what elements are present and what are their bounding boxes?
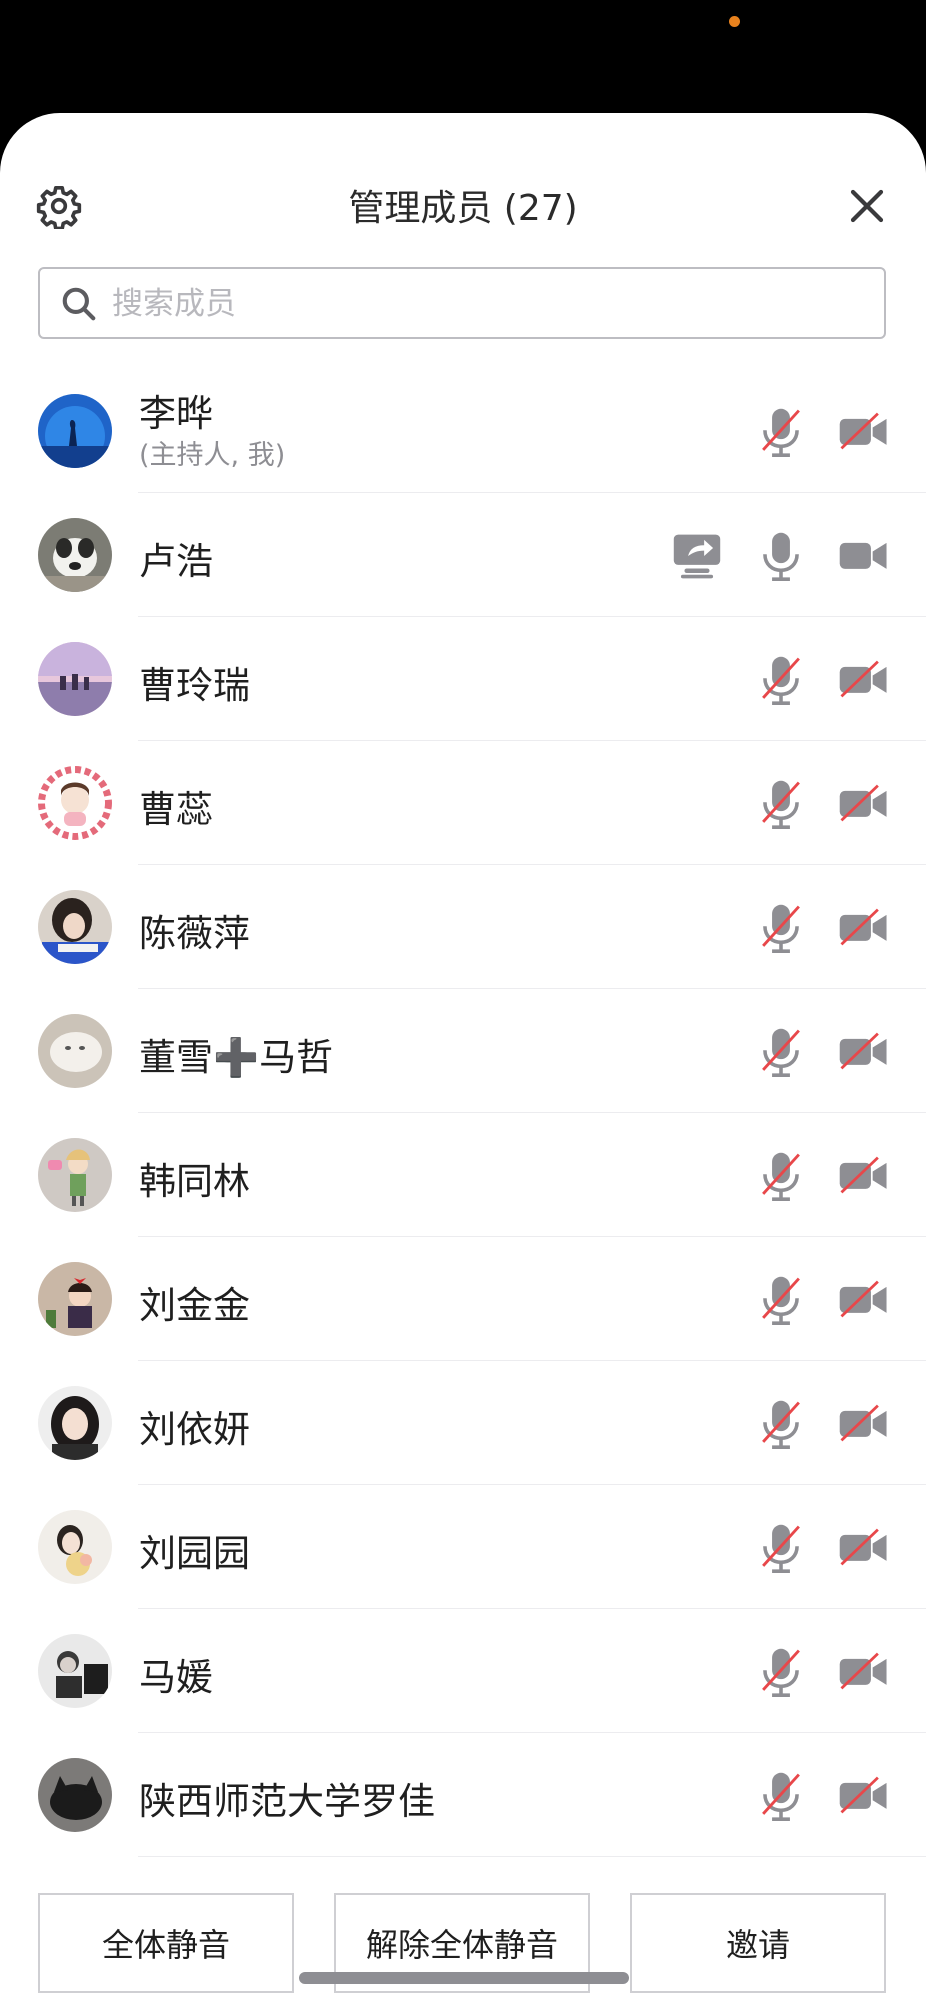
bottom-action-bar: 全体静音 解除全体静音 邀请 <box>0 1893 926 2005</box>
camera-off-icon[interactable] <box>838 1279 890 1319</box>
mic-icon[interactable] <box>756 529 806 583</box>
search-icon <box>62 287 96 321</box>
close-icon <box>850 189 884 223</box>
mic-muted-icon[interactable] <box>756 1645 806 1699</box>
avatar <box>38 1386 112 1460</box>
camera-off-icon[interactable] <box>838 1527 890 1567</box>
member-name: 陈薇萍 <box>139 912 250 955</box>
status-indicator-dot <box>729 16 740 27</box>
member-name: 韩同林 <box>139 1160 250 1203</box>
mic-muted-icon[interactable] <box>756 1769 806 1823</box>
member-name: 李晔 <box>139 392 213 435</box>
mute-all-button[interactable]: 全体静音 <box>38 1893 294 1993</box>
row-divider <box>138 1856 926 1857</box>
search-input[interactable] <box>110 269 874 339</box>
member-list[interactable]: 李晔 (主持人, 我) 卢浩 曹玲瑞 曹蕊 陈薇萍 董雪➕马哲 韩同林 刘金金 … <box>0 369 926 1893</box>
invite-button[interactable]: 邀请 <box>630 1893 886 1993</box>
mic-muted-icon[interactable] <box>756 1521 806 1575</box>
member-row[interactable]: 陈薇萍 <box>0 865 926 989</box>
sheet-header: 管理成员 (27) <box>0 113 926 243</box>
member-row[interactable]: 刘金金 <box>0 1237 926 1361</box>
member-row[interactable]: 陕西师范大学罗佳 <box>0 1733 926 1857</box>
mic-muted-icon[interactable] <box>756 653 806 707</box>
member-name: 董雪➕马哲 <box>139 1036 334 1079</box>
camera-off-icon[interactable] <box>838 1651 890 1691</box>
member-row[interactable]: 曹玲瑞 <box>0 617 926 741</box>
mic-muted-icon[interactable] <box>756 405 806 459</box>
search-box[interactable] <box>38 267 886 339</box>
mic-muted-icon[interactable] <box>756 1397 806 1451</box>
camera-off-icon[interactable] <box>838 1775 890 1815</box>
member-name: 卢浩 <box>139 540 213 583</box>
avatar <box>38 1138 112 1212</box>
manage-members-sheet: 管理成员 (27) 李晔 (主持人, 我) <box>0 113 926 2005</box>
mic-muted-icon[interactable] <box>756 1149 806 1203</box>
member-row[interactable]: 曹蕊 <box>0 741 926 865</box>
screen-share-icon[interactable] <box>672 531 722 581</box>
close-button[interactable] <box>846 185 888 227</box>
member-name: 刘依妍 <box>139 1408 250 1451</box>
camera-off-icon[interactable] <box>838 1031 890 1071</box>
member-row[interactable]: 马媛 <box>0 1609 926 1733</box>
member-name: 马媛 <box>139 1656 213 1699</box>
page-title: 管理成员 (27) <box>348 188 578 229</box>
member-row[interactable]: 卢浩 <box>0 493 926 617</box>
member-name: 曹蕊 <box>139 788 213 831</box>
camera-off-icon[interactable] <box>838 411 890 451</box>
member-row[interactable]: 李晔 (主持人, 我) <box>0 369 926 493</box>
avatar <box>38 1262 112 1336</box>
avatar <box>38 642 112 716</box>
member-row[interactable]: 刘依妍 <box>0 1361 926 1485</box>
avatar <box>38 890 112 964</box>
camera-off-icon[interactable] <box>838 1155 890 1195</box>
avatar <box>38 1510 112 1584</box>
mic-muted-icon[interactable] <box>756 901 806 955</box>
home-indicator <box>299 1972 629 1984</box>
avatar <box>38 1634 112 1708</box>
avatar <box>38 1758 112 1832</box>
member-name: 刘园园 <box>139 1532 250 1575</box>
avatar <box>38 1014 112 1088</box>
camera-off-icon[interactable] <box>838 659 890 699</box>
mic-muted-icon[interactable] <box>756 777 806 831</box>
camera-off-icon[interactable] <box>838 907 890 947</box>
member-name: 曹玲瑞 <box>139 664 250 707</box>
camera-off-icon[interactable] <box>838 1403 890 1443</box>
avatar <box>38 394 112 468</box>
mic-muted-icon[interactable] <box>756 1273 806 1327</box>
avatar <box>38 766 112 840</box>
member-name: 刘金金 <box>139 1284 250 1327</box>
camera-off-icon[interactable] <box>838 783 890 823</box>
member-role: (主持人, 我) <box>139 440 286 471</box>
member-row[interactable]: 韩同林 <box>0 1113 926 1237</box>
member-name: 陕西师范大学罗佳 <box>139 1780 435 1823</box>
member-row[interactable]: 董雪➕马哲 <box>0 989 926 1113</box>
avatar <box>38 518 112 592</box>
camera-icon[interactable] <box>838 535 890 575</box>
member-row[interactable]: 刘园园 <box>0 1485 926 1609</box>
mic-muted-icon[interactable] <box>756 1025 806 1079</box>
